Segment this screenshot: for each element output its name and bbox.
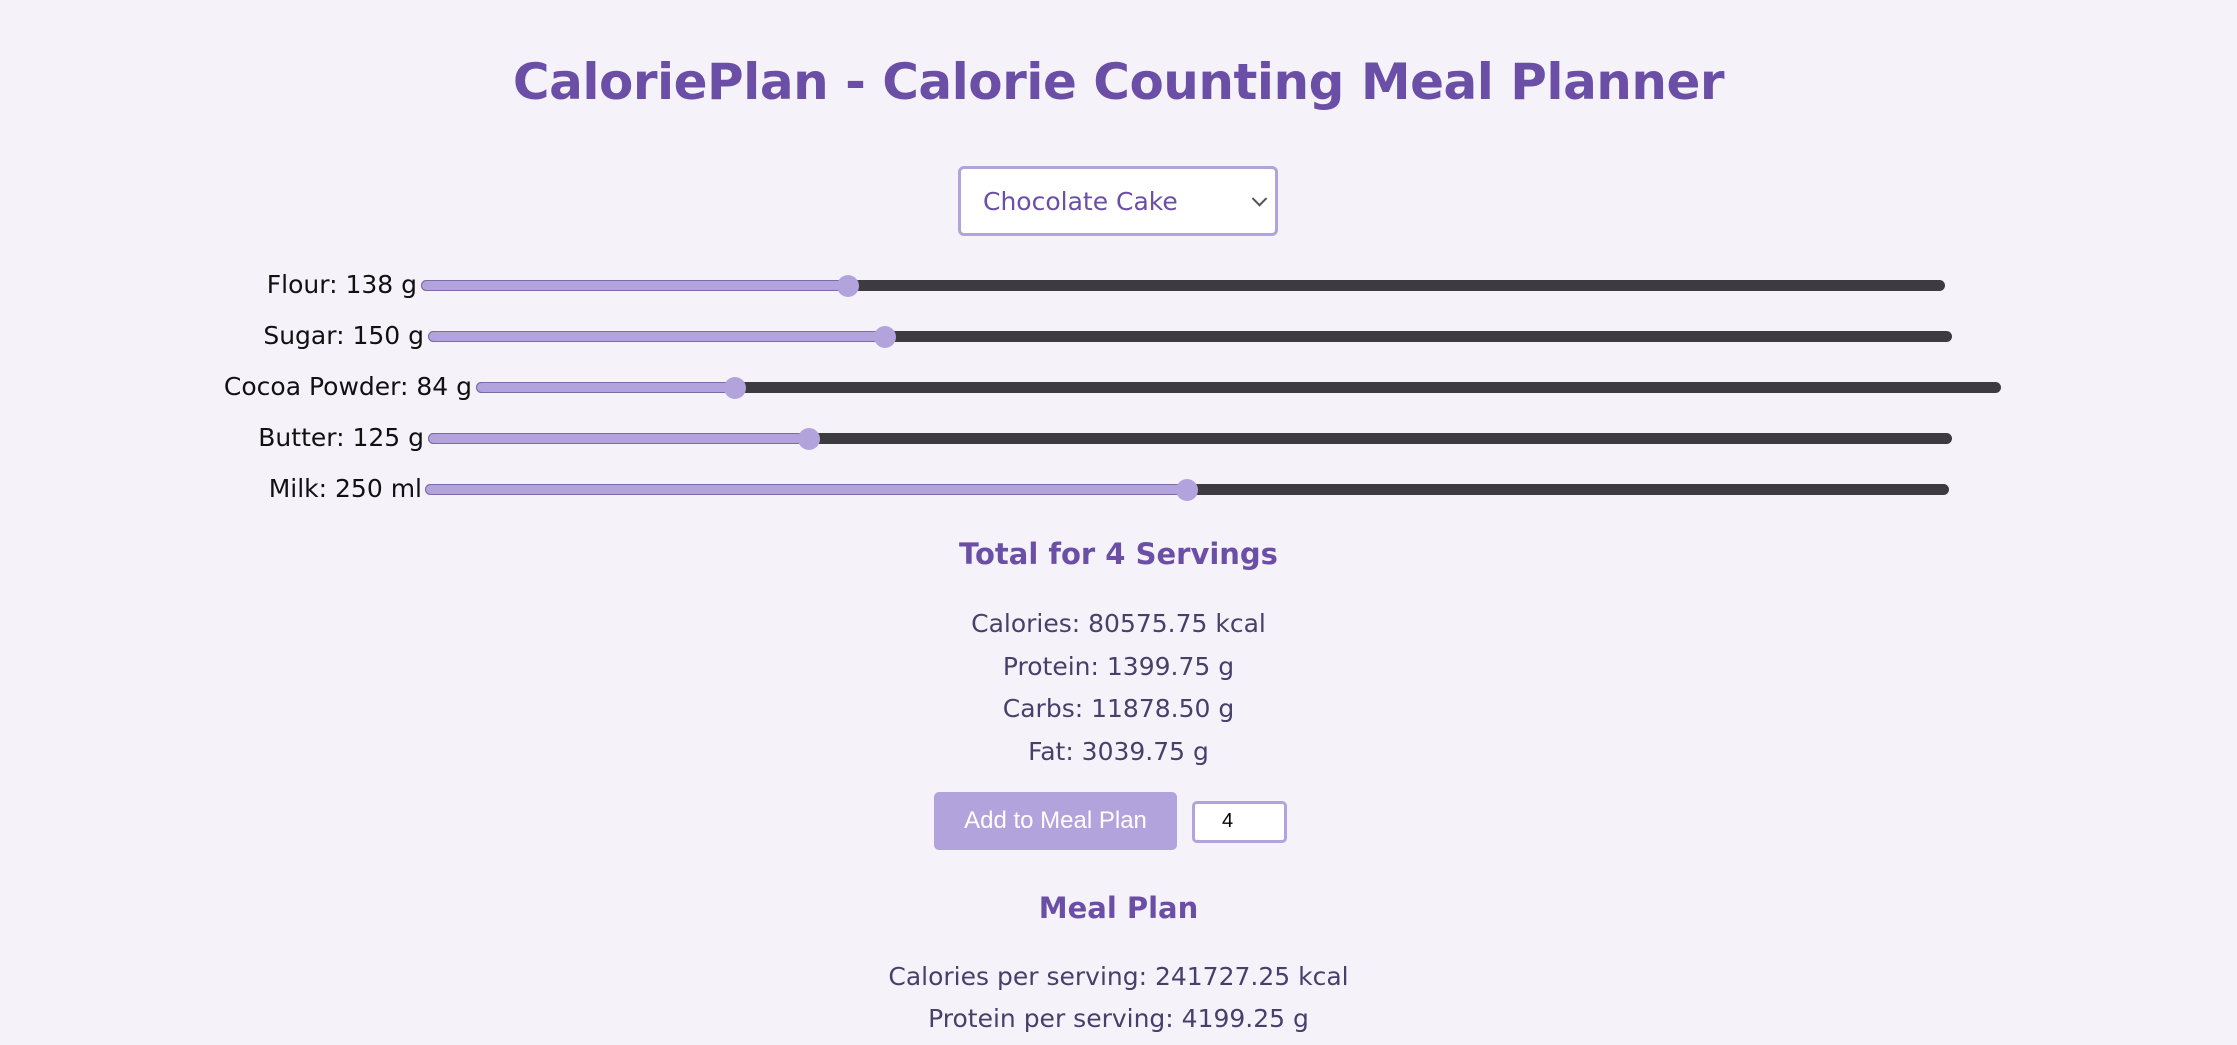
slider-row-milk: Milk: 250 ml	[0, 469, 2237, 509]
chevron-down-icon	[1251, 191, 1268, 207]
slider-row-flour: Flour: 138 g	[0, 265, 2237, 305]
slider-fill	[476, 382, 736, 393]
page-title: CaloriePlan - Calorie Counting Meal Plan…	[512, 53, 1725, 111]
slider-fill	[421, 280, 848, 291]
slider-milk[interactable]	[425, 478, 1949, 501]
slider-thumb[interactable]	[798, 427, 820, 450]
recipe-select-value: Chocolate Cake	[983, 186, 1178, 216]
total-calories: Calories: 80575.75 kcal	[971, 609, 1266, 638]
slider-thumb[interactable]	[836, 274, 859, 297]
slider-fill	[428, 433, 809, 444]
slider-flour[interactable]	[421, 274, 1945, 297]
slider-thumb[interactable]	[1176, 478, 1198, 501]
slider-fill	[425, 484, 1187, 495]
meal-plan-calories-per-serving: Calories per serving: 241727.25 kcal	[888, 962, 1349, 991]
add-to-meal-plan-button[interactable]: Add to Meal Plan	[934, 792, 1177, 850]
total-protein: Protein: 1399.75 g	[1002, 652, 1235, 681]
total-fat: Fat: 3039.75 g	[1028, 737, 1209, 766]
slider-thumb[interactable]	[874, 325, 897, 348]
recipe-select[interactable]: Chocolate Cake	[958, 166, 1278, 236]
slider-thumb[interactable]	[724, 376, 747, 399]
slider-label-butter: Butter: 125 g	[258, 423, 424, 452]
slider-sugar[interactable]	[428, 325, 1952, 348]
servings-input[interactable]: 4	[1192, 801, 1287, 843]
slider-row-butter: Butter: 125 g	[0, 418, 2237, 458]
slider-cocoa-powder[interactable]	[476, 376, 2001, 399]
slider-label-cocoa-powder: Cocoa Powder: 84 g	[223, 372, 472, 401]
meal-plan-protein-per-serving: Protein per serving: 4199.25 g	[928, 1004, 1309, 1033]
slider-label-sugar: Sugar: 150 g	[263, 321, 424, 350]
slider-butter[interactable]	[428, 427, 1952, 450]
slider-label-flour: Flour: 138 g	[266, 270, 417, 299]
slider-row-sugar: Sugar: 150 g	[0, 316, 2237, 356]
slider-fill	[428, 331, 886, 342]
meal-plan-heading: Meal Plan	[1038, 891, 1199, 925]
slider-row-cocoa: Cocoa Powder: 84 g	[0, 367, 2237, 407]
slider-label-milk: Milk: 250 ml	[268, 474, 422, 503]
total-carbs: Carbs: 11878.50 g	[1002, 694, 1235, 723]
totals-heading: Total for 4 Servings	[959, 537, 1278, 571]
